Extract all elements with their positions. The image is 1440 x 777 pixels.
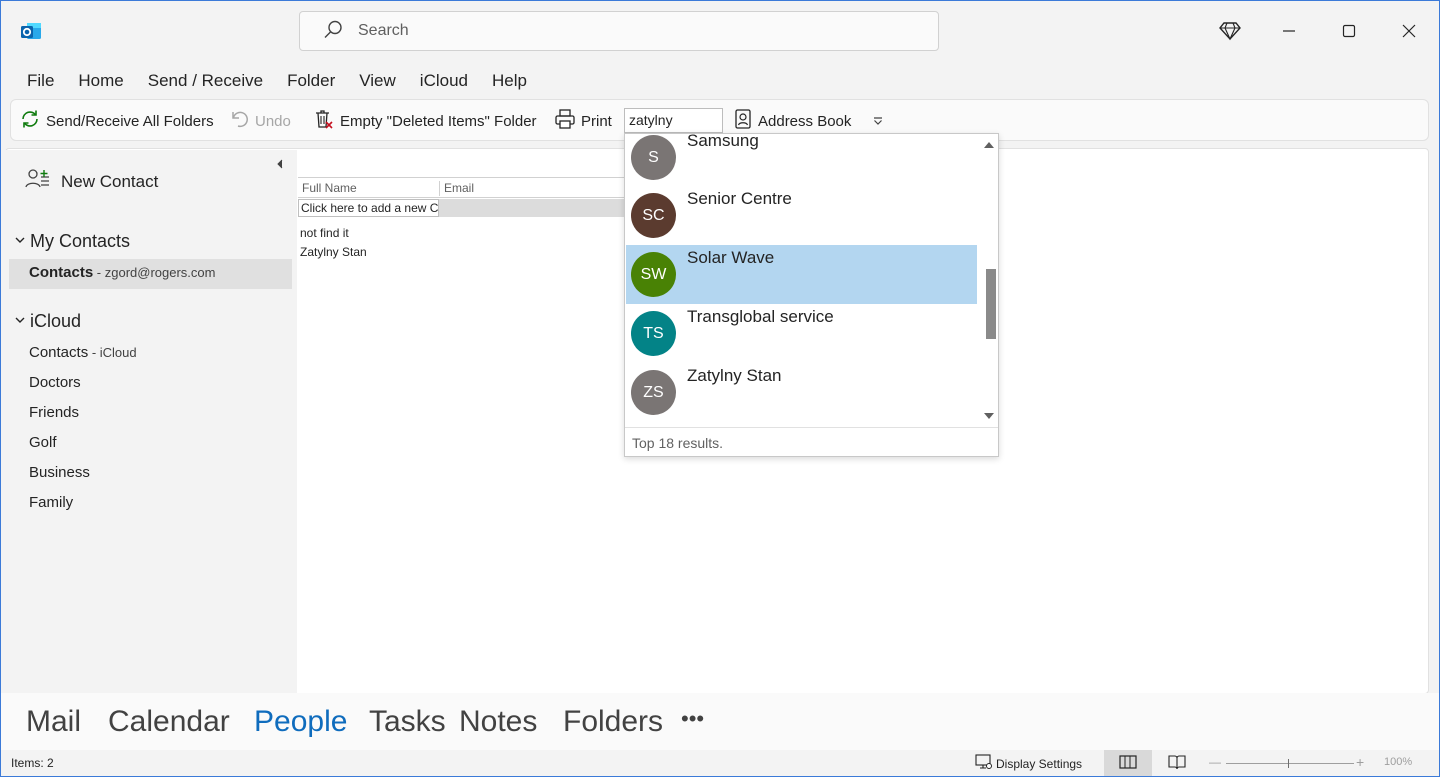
title-bar: Search xyxy=(0,0,1440,62)
avatar: SC xyxy=(631,193,676,238)
search-suggestions-dropdown: S Samsung SC Senior Centre SW Solar Wave TS Tra… xyxy=(624,131,999,457)
outlook-icon xyxy=(20,20,42,42)
address-book-label: Address Book xyxy=(758,112,852,130)
new-contact-label: New Contact xyxy=(61,171,159,191)
icloud-label: iCloud xyxy=(30,311,82,331)
zoom-out-button[interactable]: — xyxy=(1209,755,1221,769)
undo-icon xyxy=(230,109,255,133)
undo-button[interactable]: Undo xyxy=(230,100,291,142)
suggestion-item[interactable]: SC Senior Centre xyxy=(626,186,977,245)
nav-people[interactable]: People xyxy=(254,705,347,739)
folder-golf[interactable]: Golf xyxy=(29,434,57,451)
folder-business[interactable]: Business xyxy=(29,464,90,481)
zoom-in-button[interactable]: + xyxy=(1356,754,1364,770)
search-icon xyxy=(322,19,344,44)
group-my-contacts[interactable]: My Contacts xyxy=(14,231,130,252)
my-contacts-label: My Contacts xyxy=(30,231,131,251)
folder-icloud-contacts-label: Contacts xyxy=(29,344,89,361)
group-icloud[interactable]: iCloud xyxy=(14,311,81,332)
suggestion-item[interactable]: TS Transglobal service xyxy=(626,304,977,363)
print-label: Print xyxy=(581,112,612,130)
nav-folders[interactable]: Folders xyxy=(563,705,663,739)
send-receive-label: Send/Receive All Folders xyxy=(46,112,214,130)
reading-view-button[interactable] xyxy=(1153,750,1201,777)
table-row[interactable]: Zatylny Stan xyxy=(300,245,367,259)
table-header: Full Name Email xyxy=(298,177,626,198)
zoom-slider[interactable] xyxy=(1226,763,1354,764)
nav-mail[interactable]: Mail xyxy=(26,705,81,739)
folder-contacts-account: - zgord@rogers.com xyxy=(93,265,216,280)
delete-folder-icon xyxy=(313,108,340,134)
menu-file[interactable]: File xyxy=(15,70,66,92)
suggestion-item[interactable]: ZS Zatylny Stan xyxy=(626,363,977,422)
nav-calendar[interactable]: Calendar xyxy=(108,705,230,739)
folder-contacts-label: Contacts xyxy=(29,264,94,281)
suggestion-item[interactable]: S Samsung xyxy=(626,128,977,187)
nav-more-icon[interactable]: ••• xyxy=(681,706,704,732)
dropdown-scrollbar[interactable] xyxy=(979,134,998,427)
status-bar: Items: 2 Display Settings — + 100% xyxy=(0,750,1440,777)
close-icon[interactable] xyxy=(1397,19,1421,43)
avatar: S xyxy=(631,135,676,180)
maximize-icon[interactable] xyxy=(1337,19,1361,43)
empty-deleted-items-button[interactable]: Empty "Deleted Items" Folder xyxy=(313,100,537,142)
send-receive-all-button[interactable]: Send/Receive All Folders xyxy=(19,100,214,142)
suggestion-name: Zatylny Stan xyxy=(687,366,782,385)
folder-contacts-icloud[interactable]: Contacts - iCloud xyxy=(29,344,137,361)
search-input[interactable]: Search xyxy=(299,11,939,51)
sync-icon xyxy=(19,108,46,134)
normal-view-icon xyxy=(1119,755,1137,772)
printer-icon xyxy=(554,108,581,134)
menu-bar: File Home Send / Receive Folder View iCl… xyxy=(15,70,539,92)
menu-folder[interactable]: Folder xyxy=(275,70,347,92)
suggestion-name: Solar Wave xyxy=(687,248,775,267)
add-contact-icon xyxy=(25,168,61,195)
new-contact-button[interactable]: New Contact xyxy=(25,168,158,195)
item-count: Items: 2 xyxy=(11,756,54,770)
minimize-icon[interactable] xyxy=(1277,19,1301,43)
add-new-contact-cell[interactable]: Click here to add a new Contact xyxy=(298,199,439,217)
folder-icloud-account: - iCloud xyxy=(88,345,137,360)
chevron-down-icon xyxy=(14,314,26,329)
menu-send-receive[interactable]: Send / Receive xyxy=(136,70,275,92)
folder-contacts-rogers[interactable]: Contacts - zgord@rogers.com xyxy=(29,264,215,281)
suggestion-name: Transglobal service xyxy=(687,307,834,326)
results-count: Top 18 results. xyxy=(625,427,998,457)
column-email[interactable]: Email xyxy=(439,181,474,196)
zoom-level: 100% xyxy=(1384,756,1413,768)
display-settings-button[interactable]: Display Settings xyxy=(975,754,1082,773)
folder-doctors[interactable]: Doctors xyxy=(29,374,81,391)
undo-label: Undo xyxy=(255,112,291,130)
menu-home[interactable]: Home xyxy=(66,70,135,92)
table-row[interactable]: not find it xyxy=(300,226,349,240)
normal-view-button[interactable] xyxy=(1104,750,1152,777)
folder-friends[interactable]: Friends xyxy=(29,404,79,421)
menu-icloud[interactable]: iCloud xyxy=(408,70,480,92)
avatar: TS xyxy=(631,311,676,356)
add-new-contact-row[interactable]: Click here to add a new Contact xyxy=(298,199,626,217)
print-button[interactable]: Print xyxy=(554,100,612,142)
display-settings-icon xyxy=(975,754,996,773)
empty-deleted-label: Empty "Deleted Items" Folder xyxy=(340,112,537,130)
avatar: ZS xyxy=(631,370,676,415)
suggestion-name: Samsung xyxy=(687,131,759,150)
folder-family[interactable]: Family xyxy=(29,494,73,511)
nav-tasks[interactable]: Tasks xyxy=(369,705,446,739)
nav-notes[interactable]: Notes xyxy=(459,705,537,739)
collapse-pane-icon[interactable] xyxy=(275,158,285,172)
diamond-icon[interactable] xyxy=(1218,19,1242,43)
suggestion-item[interactable]: SW Solar Wave xyxy=(626,245,977,304)
avatar: SW xyxy=(631,252,676,297)
menu-view[interactable]: View xyxy=(347,70,408,92)
zoom-slider-thumb[interactable] xyxy=(1288,759,1289,768)
search-placeholder: Search xyxy=(358,22,409,39)
suggestion-name: Senior Centre xyxy=(687,189,792,208)
menu-help[interactable]: Help xyxy=(480,70,539,92)
display-settings-label: Display Settings xyxy=(996,756,1083,771)
chevron-down-icon xyxy=(14,234,26,249)
column-full-name[interactable]: Full Name xyxy=(302,181,357,195)
reading-view-icon xyxy=(1168,754,1186,773)
